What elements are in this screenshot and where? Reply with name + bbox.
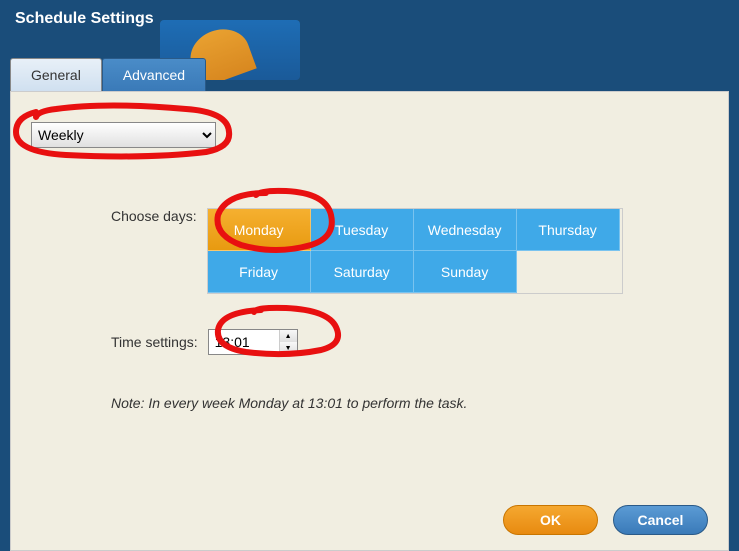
day-sunday[interactable]: Sunday <box>414 251 517 293</box>
day-tuesday[interactable]: Tuesday <box>311 209 414 251</box>
frequency-select[interactable]: Weekly <box>31 122 216 148</box>
tab-bar: General Advanced <box>10 58 739 91</box>
day-wednesday[interactable]: Wednesday <box>414 209 517 251</box>
time-spinner-down[interactable]: ▼ <box>280 342 297 354</box>
time-settings-label: Time settings: <box>111 334 198 350</box>
window-title: Schedule Settings <box>0 0 739 38</box>
tab-advanced[interactable]: Advanced <box>102 58 206 91</box>
day-monday[interactable]: Monday <box>208 209 311 251</box>
choose-days-row: Choose days: Monday Tuesday Wednesday Th… <box>111 208 708 294</box>
day-friday[interactable]: Friday <box>208 251 311 293</box>
time-input-wrapper: ▲ ▼ <box>208 329 298 355</box>
time-spinner: ▲ ▼ <box>279 330 297 354</box>
button-bar: OK Cancel <box>503 505 708 535</box>
time-spinner-up[interactable]: ▲ <box>280 330 297 342</box>
content-panel: Weekly Choose days: Monday Tuesday Wedne… <box>10 91 729 551</box>
cancel-button[interactable]: Cancel <box>613 505 708 535</box>
time-settings-row: Time settings: ▲ ▼ <box>111 329 708 355</box>
days-grid: Monday Tuesday Wednesday Thursday Friday… <box>207 208 623 294</box>
day-thursday[interactable]: Thursday <box>517 209 620 251</box>
note-text: Note: In every week Monday at 13:01 to p… <box>111 395 708 411</box>
day-saturday[interactable]: Saturday <box>311 251 414 293</box>
tab-general[interactable]: General <box>10 58 102 91</box>
time-input[interactable] <box>209 330 279 354</box>
ok-button[interactable]: OK <box>503 505 598 535</box>
choose-days-label: Choose days: <box>111 208 197 224</box>
